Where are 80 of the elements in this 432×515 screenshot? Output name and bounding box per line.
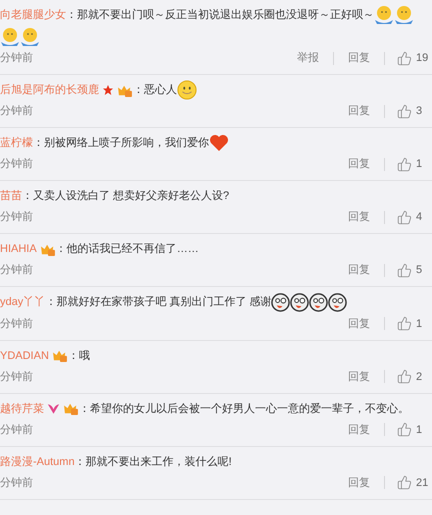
comment-text: 哦	[78, 350, 90, 362]
like-icon[interactable]	[397, 475, 412, 490]
comment-text: 那就不要出门呗～反正当初说退出娱乐圈也没退呀～正好呗～	[77, 9, 374, 22]
user-name[interactable]: 苗苗	[0, 190, 22, 202]
comment-text: 希望你的女儿以后会被一个好男人一心一意的爱一辈子，不变心。	[90, 402, 409, 415]
like-icon[interactable]	[397, 422, 412, 438]
like-icon[interactable]	[397, 104, 412, 119]
colon: ：	[56, 243, 67, 256]
like-count: 4	[416, 210, 424, 226]
timestamp: 分钟前	[0, 51, 34, 66]
like-icon[interactable]	[397, 316, 412, 332]
comment-text: 又卖人设洗白了 想卖好父亲好老公人设?	[33, 190, 230, 202]
colon: ：	[33, 137, 44, 150]
timestamp: 分钟前	[0, 476, 34, 491]
action-link[interactable]: 回复	[346, 472, 372, 493]
crown-badge-icon	[52, 349, 68, 362]
action-link[interactable]: 回复	[346, 260, 372, 280]
like-icon[interactable]	[397, 369, 412, 384]
star-icon	[102, 84, 114, 96]
colon: ：	[74, 456, 86, 468]
like-icon[interactable]	[397, 156, 412, 172]
action-link[interactable]: 回复	[346, 154, 372, 174]
like-icon[interactable]	[397, 50, 412, 66]
timestamp: 分钟前	[0, 422, 34, 438]
colon: ：	[45, 296, 56, 309]
comment-text: 那就不要出来工作，装什么呢!	[86, 456, 232, 468]
user-name[interactable]: 越待芹菜	[0, 402, 44, 415]
like-count: 3	[416, 104, 424, 120]
like-count: 5	[416, 263, 424, 278]
like-count: 1	[416, 316, 424, 332]
user-name[interactable]: 向老腿腿少女	[0, 9, 66, 22]
butterfly-icon	[47, 402, 60, 415]
user-name[interactable]: 路漫漫-Autumn	[0, 456, 75, 468]
colon: ：	[68, 350, 79, 362]
colon: ：	[22, 190, 33, 202]
dog-emoji-icon	[309, 293, 328, 312]
like-count: 1	[416, 422, 424, 438]
action-link[interactable]: 举报	[295, 48, 321, 68]
like-count: 19	[416, 51, 430, 66]
timestamp: 分钟前	[0, 104, 34, 120]
shrug-emoji-icon	[374, 5, 394, 26]
action-link[interactable]: 回复	[346, 366, 372, 387]
heart-emoji-icon	[209, 134, 229, 152]
like-icon[interactable]	[397, 210, 412, 225]
colon: ：	[66, 9, 77, 22]
timestamp: 分钟前	[0, 157, 34, 172]
comment-text: 别被网络上喷子所影响，我们爱你	[44, 137, 209, 150]
colon: ：	[79, 402, 90, 415]
comment-text: 恶心人	[144, 84, 177, 96]
action-link[interactable]: 回复	[346, 207, 372, 228]
shrug-emoji-icon	[20, 27, 40, 48]
dog-emoji-icon	[328, 293, 348, 312]
timestamp: 分钟前	[0, 263, 34, 278]
comment-text: 那就好好在家带孩子吧 真别出门工作了 感谢	[56, 296, 272, 309]
colon: ：	[133, 84, 144, 96]
user-name[interactable]: yday丫丫	[0, 296, 46, 309]
like-count: 21	[416, 476, 430, 491]
comment-text: 他的话我已经不再信了……	[66, 243, 199, 256]
like-icon[interactable]	[397, 262, 412, 278]
action-link[interactable]: 回复	[346, 314, 372, 334]
crown-badge-icon	[40, 242, 56, 256]
action-link[interactable]: 回复	[346, 48, 372, 68]
user-name[interactable]: HIAHIA	[0, 243, 37, 256]
user-name[interactable]: 蓝柠檬	[0, 137, 33, 150]
timestamp: 分钟前	[0, 316, 34, 332]
timestamp: 分钟前	[0, 210, 34, 226]
dog-emoji-icon	[271, 293, 290, 312]
shrug-emoji-icon	[0, 27, 20, 48]
crown-badge-icon	[63, 402, 79, 416]
crown-badge-icon	[117, 84, 133, 97]
user-name[interactable]: 后旭是阿布的长颈鹿	[0, 84, 99, 96]
like-count: 2	[416, 370, 424, 385]
action-link[interactable]: 回复	[346, 420, 372, 440]
user-name[interactable]: YDADIAN	[0, 350, 49, 362]
shrug-emoji-icon	[394, 5, 414, 26]
timestamp: 分钟前	[0, 370, 34, 385]
dog-emoji-icon	[290, 293, 310, 312]
action-link[interactable]: 回复	[346, 101, 372, 122]
like-count: 1	[416, 157, 424, 172]
smile-emoji-icon	[177, 80, 197, 100]
